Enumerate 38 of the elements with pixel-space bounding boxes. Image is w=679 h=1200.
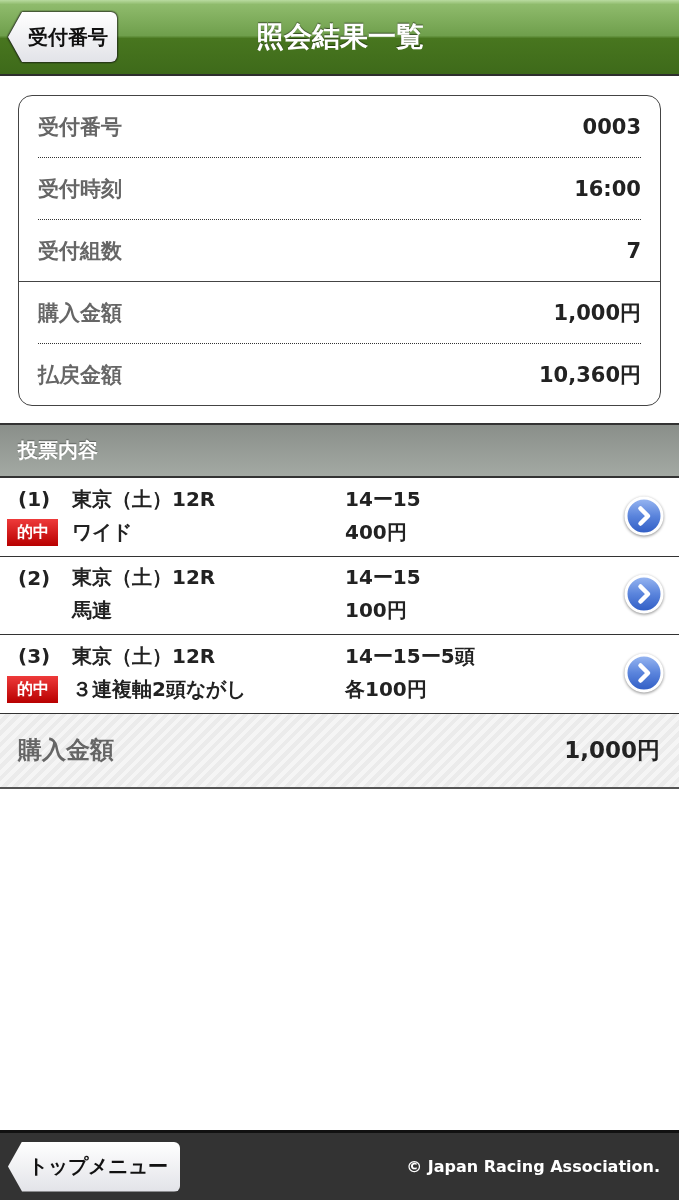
race-name: 東京（土）12R [72,642,217,670]
copyright-text: © Japan Racing Association. [406,1157,660,1176]
bet-amount: 100円 [345,597,408,624]
bet-number: (2) [17,565,52,590]
race-name: 東京（土）12R [72,564,217,591]
field-value: 7 [626,238,641,263]
chevron-circle-icon[interactable] [624,574,664,614]
bet-type: ３連複軸2頭ながし [72,675,247,703]
bet-amount: 400円 [345,518,408,546]
field-value: 1,000円 [553,299,641,327]
field-label: 受付時刻 [38,175,122,203]
top-menu-button[interactable]: トップメニュー [8,1141,180,1192]
bet-type: ワイド [72,518,133,546]
total-amount: 1,000円 [564,735,660,765]
hit-badge: 的中 [7,675,58,703]
section-header: 投票内容 [0,423,679,478]
field-label: 払戻金額 [38,361,122,389]
page-title: 照会結果一覧 [255,19,424,55]
bet-amount: 各100円 [345,675,428,703]
hit-badge: 的中 [7,518,58,546]
horse-combination: 14ー15 [345,564,422,591]
bet-number: (1) [17,487,52,511]
horse-combination: 14ー15ー5頭 [345,642,476,670]
field-value: 0003 [582,114,641,139]
back-button[interactable]: 受付番号 [8,12,117,62]
bet-list-item[interactable]: (2) 東京（土）12R 14ー15 馬連 100円 [0,556,679,635]
horse-combination: 14ー15 [345,485,422,513]
field-value: 16:00 [574,176,641,201]
field-label: 受付番号 [38,113,122,141]
race-name: 東京（土）12R [72,485,217,513]
field-value: 10,360円 [538,361,641,389]
field-label: 購入金額 [38,299,122,327]
bet-list-item[interactable]: (3) 東京（土）12R 14ー15ー5頭 的中 ３連複軸2頭ながし 各100円 [0,635,679,714]
field-label: 受付組数 [38,237,122,265]
total-label: 購入金額 [18,735,114,766]
bet-number: (3) [17,644,52,668]
bet-list-item[interactable]: (1) 東京（土）12R 14ー15 的中 ワイド 400円 [0,478,679,557]
bet-type: 馬連 [72,597,113,624]
